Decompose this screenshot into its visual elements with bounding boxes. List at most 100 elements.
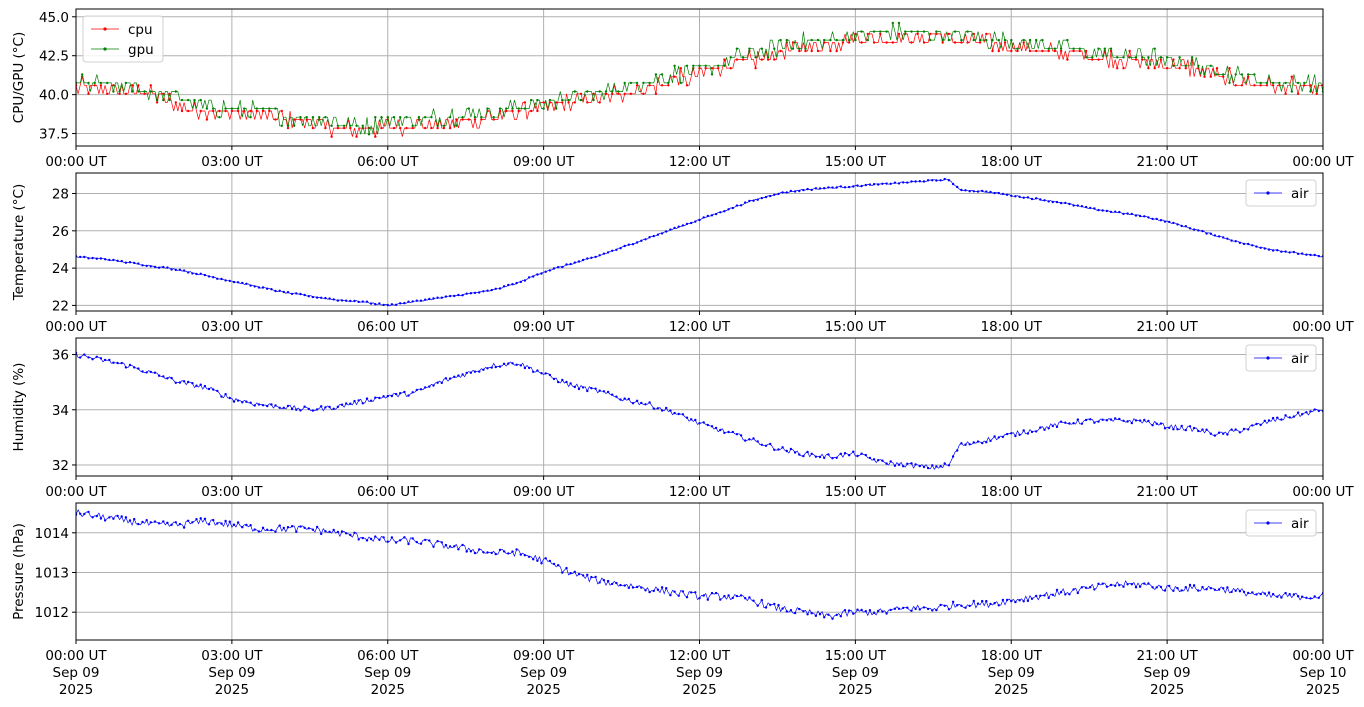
data-point: [411, 391, 414, 394]
x-tick-label: 06:00 UT Sep 09 2025: [357, 648, 419, 698]
data-point: [1259, 84, 1262, 87]
data-point: [162, 265, 165, 269]
data-point: [577, 572, 581, 576]
data-point: [910, 41, 913, 44]
data-point: [827, 453, 830, 456]
legend-marker: [1266, 356, 1270, 360]
data-point: [766, 58, 770, 61]
data-point: [103, 519, 107, 522]
data-point: [798, 47, 801, 50]
grid: [75, 173, 1324, 311]
data-point: [1242, 427, 1246, 431]
data-point: [93, 84, 96, 87]
data-point: [178, 268, 182, 271]
x-tick-label: 09:00 UT: [513, 319, 575, 335]
data-point: [1184, 586, 1188, 589]
data-point: [403, 536, 406, 539]
data-point: [482, 551, 485, 554]
data-point: [340, 530, 344, 533]
x-tick-label: 06:00 UT: [357, 319, 419, 335]
data-point: [1215, 73, 1219, 76]
data-point: [411, 537, 414, 540]
data-point: [685, 416, 689, 419]
data-point: [502, 362, 506, 365]
data-point: [280, 109, 283, 113]
data-point: [232, 523, 236, 526]
legend: air: [1245, 509, 1317, 537]
data-point: [766, 56, 770, 59]
data-point: [735, 594, 739, 598]
data-point: [586, 257, 589, 260]
data-point: [673, 64, 676, 68]
data-point: [261, 526, 265, 529]
data-point: [1055, 200, 1059, 204]
data-point: [290, 407, 294, 411]
data-point: [261, 107, 265, 110]
data-point: [486, 107, 489, 110]
grid: [75, 338, 1324, 476]
data-point: [665, 230, 668, 233]
data-point: [1217, 588, 1221, 591]
data-point: [939, 465, 942, 468]
data-point: [1180, 224, 1183, 228]
data-point: [502, 285, 506, 288]
x-tick-label: 00:00 UT: [1292, 154, 1354, 170]
data-point: [532, 558, 535, 561]
data-point: [1228, 81, 1231, 85]
data-point: [1134, 56, 1138, 59]
data-point: [872, 30, 876, 33]
data-point: [615, 248, 618, 251]
data-point: [137, 84, 140, 87]
data-point: [1122, 419, 1125, 422]
data-point: [926, 607, 930, 611]
data-point: [810, 38, 813, 42]
legend-marker: [103, 27, 107, 31]
data-point: [505, 107, 508, 110]
data-point: [315, 408, 319, 411]
data-point: [1315, 92, 1319, 96]
data-point: [976, 602, 980, 605]
data-point: [673, 75, 676, 78]
data-point: [261, 109, 265, 113]
data-point: [544, 557, 547, 560]
data-point: [1153, 47, 1156, 50]
legend-marker: [103, 47, 107, 51]
data-point: [669, 228, 672, 231]
data-point: [448, 377, 452, 380]
data-point: [120, 259, 123, 263]
data-point: [964, 189, 967, 192]
data-point: [993, 191, 996, 195]
data-point: [1103, 47, 1107, 50]
data-point: [627, 243, 630, 246]
data-point: [831, 186, 834, 189]
data-point: [943, 462, 946, 465]
data-point: [1278, 81, 1281, 85]
data-point: [182, 269, 186, 272]
data-point: [353, 399, 356, 403]
data-point: [1043, 594, 1046, 597]
data-point: [856, 454, 859, 458]
data-point: [972, 38, 975, 42]
data-point: [989, 190, 992, 194]
data-point: [236, 399, 240, 402]
data-point: [648, 84, 651, 87]
data-point: [128, 519, 132, 522]
data-point: [864, 453, 867, 457]
data-point: [199, 383, 202, 386]
x-tick-label: 18:00 UT Sep 09 2025: [981, 648, 1043, 698]
data-point: [704, 64, 707, 68]
data-point: [220, 277, 223, 281]
data-point: [382, 395, 385, 398]
data-point: [1147, 67, 1150, 70]
data-point: [145, 371, 148, 374]
data-point: [586, 573, 589, 576]
data-point: [187, 98, 190, 102]
data-point: [1292, 415, 1296, 418]
data-point: [1084, 418, 1088, 422]
data-point: [361, 124, 364, 128]
data-point: [1201, 229, 1204, 233]
data-point: [635, 585, 639, 589]
data-point: [935, 465, 938, 468]
data-point: [330, 124, 333, 128]
data-point: [137, 522, 140, 526]
